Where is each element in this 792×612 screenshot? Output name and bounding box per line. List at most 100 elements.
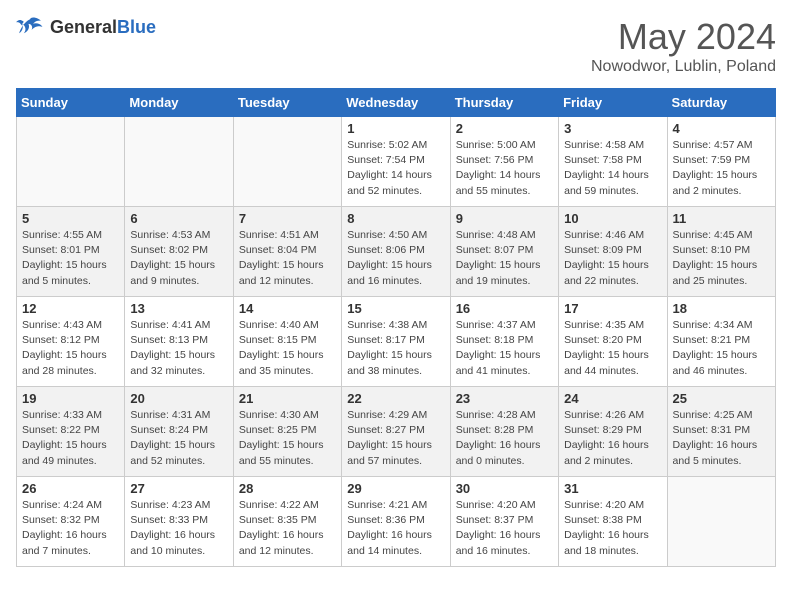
calendar-cell: 21Sunrise: 4:30 AM Sunset: 8:25 PM Dayli…: [233, 387, 341, 477]
location-title: Nowodwor, Lublin, Poland: [591, 58, 776, 76]
day-info: Sunrise: 4:21 AM Sunset: 8:36 PM Dayligh…: [347, 498, 444, 559]
calendar-cell: 3 Sunrise: 4:58 AM Sunset: 7:58 PM Daylig…: [559, 117, 667, 207]
col-header-monday: Monday: [125, 89, 233, 117]
day-info: Sunrise: 4:53 AM Sunset: 8:02 PM Dayligh…: [130, 228, 227, 289]
day-number: 17: [564, 301, 661, 316]
day-info: Sunrise: 4:34 AM Sunset: 8:21 PM Dayligh…: [673, 318, 770, 379]
day-number: 20: [130, 391, 227, 406]
calendar-cell: 22 Sunrise: 4:29 AM Sunset: 8:27 PM Dayli…: [342, 387, 450, 477]
calendar-cell: 5 Sunrise: 4:55 AM Sunset: 8:01 PM Daylig…: [17, 207, 125, 297]
day-number: 7: [239, 211, 336, 226]
day-info: Sunrise: 4:58 AM Sunset: 7:58 PM Dayligh…: [564, 138, 661, 199]
day-number: 25: [673, 391, 770, 406]
day-info: Sunrise: 4:24 AM Sunset: 8:32 PM Dayligh…: [22, 498, 119, 559]
day-info: Sunrise: 4:25 AM Sunset: 8:31 PM Dayligh…: [673, 408, 770, 469]
col-header-sunday: Sunday: [17, 89, 125, 117]
day-info: Sunrise: 4:43 AM Sunset: 8:12 PM Dayligh…: [22, 318, 119, 379]
day-number: 14: [239, 301, 336, 316]
calendar-cell: 2 Sunrise: 5:00 AM Sunset: 7:56 PM Daylig…: [450, 117, 558, 207]
day-info: Sunrise: 5:00 AM Sunset: 7:56 PM Dayligh…: [456, 138, 553, 199]
day-number: 10: [564, 211, 661, 226]
day-info: Sunrise: 4:57 AM Sunset: 7:59 PM Dayligh…: [673, 138, 770, 199]
day-info: Sunrise: 4:48 AM Sunset: 8:07 PM Dayligh…: [456, 228, 553, 289]
day-info: Sunrise: 4:29 AM Sunset: 8:27 PM Dayligh…: [347, 408, 444, 469]
calendar-cell: 14 Sunrise: 4:40 AM Sunset: 8:15 PM Dayli…: [233, 297, 341, 387]
calendar-cell: 26 Sunrise: 4:24 AM Sunset: 8:32 PM Dayli…: [17, 477, 125, 567]
day-number: 16: [456, 301, 553, 316]
calendar-cell: 19 Sunrise: 4:33 AM Sunset: 8:22 PM Dayli…: [17, 387, 125, 477]
day-info: Sunrise: 4:26 AM Sunset: 8:29 PM Dayligh…: [564, 408, 661, 469]
day-number: 3: [564, 121, 661, 136]
day-number: 18: [673, 301, 770, 316]
day-number: 1: [347, 121, 444, 136]
logo: GeneralBlue: [16, 16, 156, 38]
day-number: 24: [564, 391, 661, 406]
title-area: May 2024 Nowodwor, Lublin, Poland: [591, 16, 776, 76]
calendar-cell: 6 Sunrise: 4:53 AM Sunset: 8:02 PM Daylig…: [125, 207, 233, 297]
day-number: 26: [22, 481, 119, 496]
day-info: Sunrise: 4:33 AM Sunset: 8:22 PM Dayligh…: [22, 408, 119, 469]
calendar-cell: 23Sunrise: 4:28 AM Sunset: 8:28 PM Dayli…: [450, 387, 558, 477]
day-info: Sunrise: 4:31 AM Sunset: 8:24 PM Dayligh…: [130, 408, 227, 469]
calendar-cell: 25 Sunrise: 4:25 AM Sunset: 8:31 PM Dayli…: [667, 387, 775, 477]
day-number: 2: [456, 121, 553, 136]
day-info: Sunrise: 4:38 AM Sunset: 8:17 PM Dayligh…: [347, 318, 444, 379]
day-info: Sunrise: 4:20 AM Sunset: 8:37 PM Dayligh…: [456, 498, 553, 559]
calendar-cell: 15 Sunrise: 4:38 AM Sunset: 8:17 PM Dayli…: [342, 297, 450, 387]
calendar-week-row: 5 Sunrise: 4:55 AM Sunset: 8:01 PM Daylig…: [17, 207, 776, 297]
calendar-cell: 9 Sunrise: 4:48 AM Sunset: 8:07 PM Daylig…: [450, 207, 558, 297]
col-header-friday: Friday: [559, 89, 667, 117]
month-title: May 2024: [591, 16, 776, 58]
day-info: Sunrise: 4:37 AM Sunset: 8:18 PM Dayligh…: [456, 318, 553, 379]
day-number: 4: [673, 121, 770, 136]
calendar-cell: 24 Sunrise: 4:26 AM Sunset: 8:29 PM Dayli…: [559, 387, 667, 477]
day-number: 9: [456, 211, 553, 226]
calendar-cell: 8Sunrise: 4:50 AM Sunset: 8:06 PM Daylig…: [342, 207, 450, 297]
logo-text: GeneralBlue: [50, 17, 156, 38]
calendar-week-row: 1 Sunrise: 5:02 AM Sunset: 7:54 PM Daylig…: [17, 117, 776, 207]
day-info: Sunrise: 4:46 AM Sunset: 8:09 PM Dayligh…: [564, 228, 661, 289]
day-number: 29: [347, 481, 444, 496]
calendar-cell: 7 Sunrise: 4:51 AM Sunset: 8:04 PM Daylig…: [233, 207, 341, 297]
calendar-cell: 17Sunrise: 4:35 AM Sunset: 8:20 PM Dayli…: [559, 297, 667, 387]
day-info: Sunrise: 4:40 AM Sunset: 8:15 PM Dayligh…: [239, 318, 336, 379]
calendar-cell: 13Sunrise: 4:41 AM Sunset: 8:13 PM Dayli…: [125, 297, 233, 387]
calendar-cell: 4 Sunrise: 4:57 AM Sunset: 7:59 PM Daylig…: [667, 117, 775, 207]
day-number: 6: [130, 211, 227, 226]
calendar-cell: 27 Sunrise: 4:23 AM Sunset: 8:33 PM Dayli…: [125, 477, 233, 567]
calendar-cell: 20 Sunrise: 4:31 AM Sunset: 8:24 PM Dayli…: [125, 387, 233, 477]
day-number: 11: [673, 211, 770, 226]
day-number: 15: [347, 301, 444, 316]
calendar-cell: 1 Sunrise: 5:02 AM Sunset: 7:54 PM Daylig…: [342, 117, 450, 207]
calendar-cell: [17, 117, 125, 207]
day-info: Sunrise: 4:45 AM Sunset: 8:10 PM Dayligh…: [673, 228, 770, 289]
day-info: Sunrise: 4:22 AM Sunset: 8:35 PM Dayligh…: [239, 498, 336, 559]
logo-bird-icon: [16, 16, 44, 38]
calendar-cell: [667, 477, 775, 567]
day-number: 19: [22, 391, 119, 406]
day-info: Sunrise: 4:51 AM Sunset: 8:04 PM Dayligh…: [239, 228, 336, 289]
day-info: Sunrise: 4:20 AM Sunset: 8:38 PM Dayligh…: [564, 498, 661, 559]
col-header-saturday: Saturday: [667, 89, 775, 117]
day-number: 27: [130, 481, 227, 496]
day-info: Sunrise: 4:23 AM Sunset: 8:33 PM Dayligh…: [130, 498, 227, 559]
calendar-cell: 31 Sunrise: 4:20 AM Sunset: 8:38 PM Dayli…: [559, 477, 667, 567]
calendar-cell: 10 Sunrise: 4:46 AM Sunset: 8:09 PM Dayli…: [559, 207, 667, 297]
calendar-table: SundayMondayTuesdayWednesdayThursdayFrid…: [16, 88, 776, 567]
day-info: Sunrise: 4:55 AM Sunset: 8:01 PM Dayligh…: [22, 228, 119, 289]
logo-general: General: [50, 17, 117, 37]
day-info: Sunrise: 5:02 AM Sunset: 7:54 PM Dayligh…: [347, 138, 444, 199]
calendar-cell: 30Sunrise: 4:20 AM Sunset: 8:37 PM Dayli…: [450, 477, 558, 567]
calendar-cell: 18 Sunrise: 4:34 AM Sunset: 8:21 PM Dayli…: [667, 297, 775, 387]
day-info: Sunrise: 4:41 AM Sunset: 8:13 PM Dayligh…: [130, 318, 227, 379]
col-header-tuesday: Tuesday: [233, 89, 341, 117]
day-number: 22: [347, 391, 444, 406]
calendar-week-row: 26 Sunrise: 4:24 AM Sunset: 8:32 PM Dayli…: [17, 477, 776, 567]
day-number: 31: [564, 481, 661, 496]
calendar-cell: 29 Sunrise: 4:21 AM Sunset: 8:36 PM Dayli…: [342, 477, 450, 567]
calendar-week-row: 12 Sunrise: 4:43 AM Sunset: 8:12 PM Dayli…: [17, 297, 776, 387]
day-number: 12: [22, 301, 119, 316]
day-info: Sunrise: 4:28 AM Sunset: 8:28 PM Dayligh…: [456, 408, 553, 469]
calendar-cell: 11 Sunrise: 4:45 AM Sunset: 8:10 PM Dayli…: [667, 207, 775, 297]
day-number: 5: [22, 211, 119, 226]
